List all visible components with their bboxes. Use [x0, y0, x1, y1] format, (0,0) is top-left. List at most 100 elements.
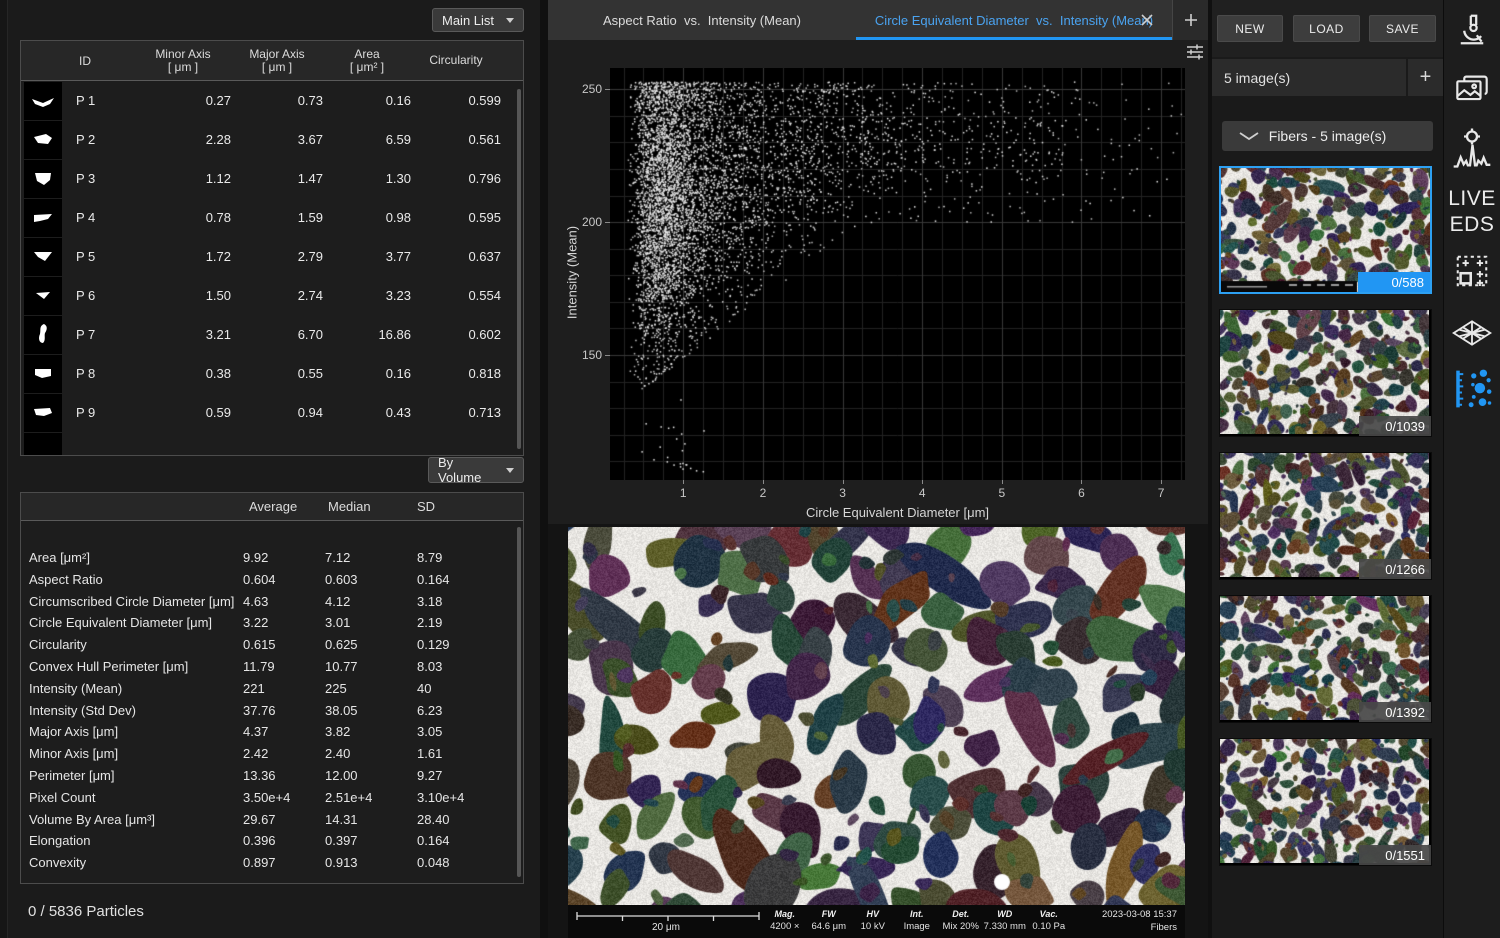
stat-label: Circle Equivalent Diameter [μm] [29, 615, 212, 630]
table-row[interactable]: P 22.283.676.590.561 [21, 120, 523, 159]
stat-average: 4.63 [243, 594, 268, 609]
image-thumbnail[interactable]: 0/1551 [1219, 738, 1432, 866]
table-row[interactable]: P 80.380.550.160.818 [21, 354, 523, 393]
caret-down-icon [506, 18, 514, 23]
cell-major: 3.67 [231, 132, 323, 147]
cell-area: 3.23 [323, 288, 411, 303]
particle-shape-icon [24, 355, 62, 393]
cell-major: 6.70 [231, 327, 323, 342]
live-eds-line2: EDS [1444, 212, 1500, 238]
column-header: Minor Axis[ μm ] [135, 48, 231, 74]
project-button-row: NEW LOAD SAVE [1212, 0, 1443, 57]
image-datetime: 2023-03-08 15:37 [1077, 908, 1177, 921]
stats-row: Circularity0.6150.6250.129 [21, 634, 523, 656]
chevron-down-icon [1238, 131, 1260, 141]
sd-column-header: SD [417, 499, 435, 514]
image-group-dropdown[interactable]: Fibers - 5 image(s) [1222, 121, 1433, 151]
image-thumbnail[interactable]: 0/1039 [1219, 309, 1432, 437]
tab-aspect-ratio-vs-intensity[interactable]: Aspect Ratio vs. Intensity (Mean) [548, 0, 856, 40]
table-row[interactable]: P 73.216.7016.860.602 [21, 315, 523, 354]
add-tab-button[interactable] [1173, 0, 1208, 40]
stat-median: 3.82 [325, 724, 350, 739]
particle-size-icon[interactable] [1451, 366, 1493, 417]
stats-row: Circle Equivalent Diameter [μm]3.223.012… [21, 612, 523, 634]
stats-row: Intensity (Mean)22122540 [21, 678, 523, 700]
microscope-icon[interactable] [1454, 12, 1490, 53]
load-button[interactable]: LOAD [1293, 15, 1360, 42]
image-thumbnail[interactable]: 0/1392 [1219, 595, 1432, 723]
stats-row: Area [μm²]9.927.128.79 [21, 547, 523, 569]
image-thumbnail[interactable]: 0/1266 [1219, 452, 1432, 580]
sem-segmented-image[interactable] [568, 527, 1185, 905]
stats-mode-dropdown[interactable]: By Volume [428, 457, 524, 483]
stat-sd: 3.05 [417, 724, 442, 739]
metadata-field: HV10 kV [851, 908, 895, 938]
stat-median: 38.05 [325, 703, 358, 718]
x-tick-mark [1002, 480, 1003, 484]
table-scrollbar[interactable] [517, 89, 521, 449]
particle-id: P 7 [65, 327, 135, 342]
cell-minor: 2.28 [135, 132, 231, 147]
metadata-value: 64.6 μm [807, 921, 851, 933]
table-row[interactable]: P 31.121.471.300.796 [21, 159, 523, 198]
scatter-plot[interactable] [610, 68, 1185, 480]
new-button[interactable]: NEW [1217, 15, 1283, 42]
stat-label: Intensity (Std Dev) [29, 703, 136, 718]
stat-sd: 1.61 [417, 746, 442, 761]
stats-scrollbar[interactable] [517, 527, 521, 877]
stat-label: Intensity (Mean) [29, 681, 122, 696]
live-eds-button[interactable]: LIVE EDS [1444, 186, 1500, 238]
image-thumbnail[interactable]: 0/588 [1219, 166, 1432, 294]
x-tick-mark [1081, 480, 1082, 484]
particle-shape-icon [24, 316, 62, 354]
metadata-label: WD [983, 908, 1027, 921]
x-tick-label: 6 [1078, 486, 1085, 500]
save-button[interactable]: SAVE [1369, 15, 1436, 42]
list-mode-dropdown[interactable]: Main List [432, 8, 524, 32]
mesh-3d-icon[interactable] [1452, 316, 1492, 355]
thumbnail-count-badge: 0/1551 [1359, 845, 1431, 865]
images-icon[interactable] [1453, 72, 1491, 111]
stat-median: 0.603 [325, 572, 358, 587]
close-tab-icon[interactable] [1138, 11, 1156, 29]
cell-circularity: 0.595 [411, 210, 501, 225]
metadata-label: HV [851, 908, 895, 921]
eds-spectrum-icon[interactable] [1452, 126, 1492, 177]
stat-median: 0.625 [325, 637, 358, 652]
particle-id: P 2 [65, 132, 135, 147]
add-image-button[interactable]: + [1406, 59, 1443, 96]
stat-average: 221 [243, 681, 265, 696]
x-tick-mark [683, 480, 684, 484]
table-row[interactable]: P 10.270.730.160.599 [21, 81, 523, 120]
cell-area: 0.43 [323, 405, 411, 420]
chart-settings-icon[interactable] [1184, 42, 1206, 62]
image-count-label: 5 image(s) [1212, 70, 1406, 86]
table-row[interactable]: P 51.722.793.770.637 [21, 237, 523, 276]
numeric-column-headers: Minor Axis[ μm ]Major Axis[ μm ]Area[ μm… [135, 48, 523, 74]
table-row[interactable]: P 40.781.590.980.595 [21, 198, 523, 237]
stat-average: 0.897 [243, 855, 276, 870]
table-row[interactable] [21, 432, 523, 456]
stat-label: Circumscribed Circle Diameter [μm] [29, 594, 234, 609]
selection-grid-icon[interactable] [1453, 252, 1491, 295]
metadata-field: Det.Mix 20% [939, 908, 983, 938]
cell-minor: 0.78 [135, 210, 231, 225]
table-row[interactable]: P 90.590.940.430.713 [21, 393, 523, 432]
particle-shape-icon [24, 394, 62, 432]
stat-label: Convexity [29, 855, 86, 870]
metadata-value: 10 kV [851, 921, 895, 933]
x-tick-mark [1161, 480, 1162, 484]
table-row[interactable]: P 61.502.743.230.554 [21, 276, 523, 315]
stat-average: 0.615 [243, 637, 276, 652]
tab-ced-vs-intensity[interactable]: Circle Equivalent Diameter vs. Intensity… [856, 0, 1172, 40]
left-edge-divider [0, 0, 8, 938]
metadata-value: 0.10 Pa [1027, 921, 1071, 933]
cell-major: 0.73 [231, 93, 323, 108]
stat-sd: 0.129 [417, 637, 450, 652]
stat-median: 2.51e+4 [325, 790, 372, 805]
stat-sd: 0.048 [417, 855, 450, 870]
cell-circularity: 0.818 [411, 366, 501, 381]
stat-label: Volume By Area [μm³] [29, 812, 155, 827]
stats-row: Elongation0.3960.3970.164 [21, 830, 523, 852]
metadata-label: Vac. [1027, 908, 1071, 921]
